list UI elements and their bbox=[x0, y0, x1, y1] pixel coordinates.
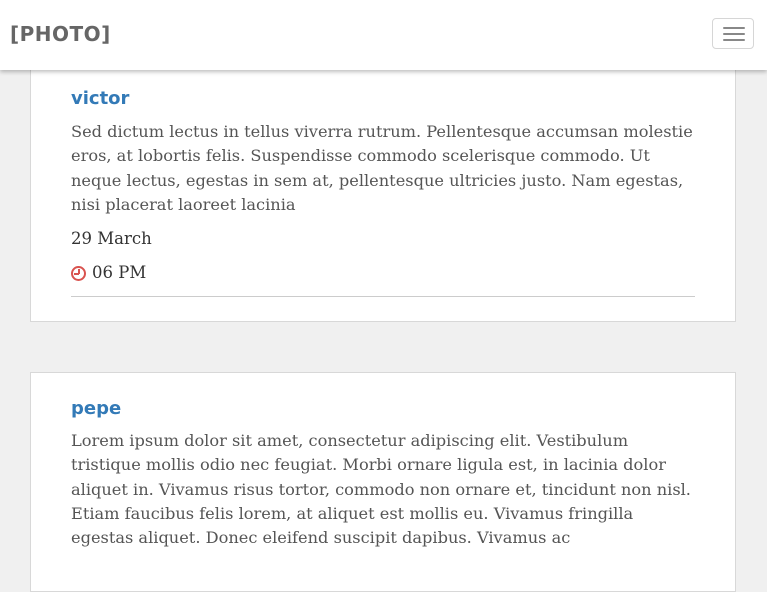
post-card: victor Sed dictum lectus in tellus viver… bbox=[30, 30, 736, 322]
hamburger-menu-icon-bar bbox=[723, 39, 745, 41]
post-time: 06 PM bbox=[71, 262, 695, 284]
clock-icon bbox=[71, 265, 86, 281]
navbar-toggle-button[interactable] bbox=[712, 18, 754, 49]
post-date: 29 March bbox=[71, 229, 152, 249]
post-content: pepe Lorem ipsum dolor sit amet, consect… bbox=[71, 398, 695, 550]
hamburger-menu-icon bbox=[723, 27, 745, 29]
top-navbar: [PHOTO] bbox=[0, 0, 767, 70]
post-body-text: Lorem ipsum dolor sit amet, consectetur … bbox=[71, 431, 691, 548]
post-author-link[interactable]: pepe bbox=[71, 398, 695, 420]
post-author-link[interactable]: victor bbox=[71, 88, 695, 110]
hamburger-menu-icon-bar bbox=[723, 33, 745, 35]
post-time-label: 06 PM bbox=[92, 263, 147, 283]
post-content: victor Sed dictum lectus in tellus viver… bbox=[71, 88, 695, 298]
navbar-brand[interactable]: [PHOTO] bbox=[10, 22, 111, 46]
post-divider bbox=[71, 296, 695, 298]
post-body-text: Sed dictum lectus in tellus viverra rutr… bbox=[71, 122, 693, 214]
post-card: pepe Lorem ipsum dolor sit amet, consect… bbox=[30, 372, 736, 592]
